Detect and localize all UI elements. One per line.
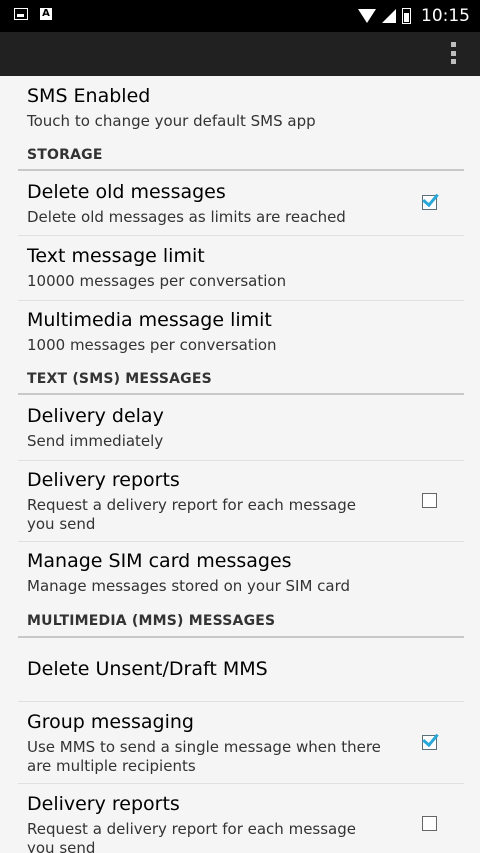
group-messaging-checkbox[interactable] [422, 735, 437, 750]
pref-delete-unsent-draft-mms[interactable]: Delete Unsent/Draft MMS [0, 640, 480, 702]
pref-summary: Delete old messages as limits are reache… [27, 208, 346, 226]
category-multimedia-mms-messages: MULTIMEDIA (MMS) MESSAGES [0, 604, 480, 640]
pref-title: Group messaging [27, 711, 194, 733]
category-text-sms-messages: TEXT (SMS) MESSAGES [0, 361, 480, 397]
pref-manage-sim-card-messages[interactable]: Manage SIM card messages Manage messages… [0, 542, 480, 604]
overflow-menu-icon[interactable] [451, 42, 456, 64]
pref-title: Delivery reports [27, 793, 180, 815]
pref-multimedia-message-limit[interactable]: Multimedia message limit 1000 messages p… [0, 301, 480, 365]
status-time: 10:15 [421, 6, 470, 26]
pref-title: Text message limit [27, 245, 205, 267]
category-divider [18, 169, 464, 171]
category-label: TEXT (SMS) MESSAGES [27, 371, 212, 387]
pref-summary: Request a delivery report for each messa… [27, 820, 356, 853]
pref-title: Delete old messages [27, 181, 226, 203]
pref-delivery-delay[interactable]: Delivery delay Send immediately [0, 397, 480, 461]
delete-old-messages-checkbox[interactable] [422, 195, 437, 210]
pref-summary: 10000 messages per conversation [27, 272, 287, 290]
pref-summary: Use MMS to send a single message when th… [27, 738, 381, 775]
category-label: MULTIMEDIA (MMS) MESSAGES [27, 613, 276, 629]
app-notification-icon: A [40, 8, 52, 20]
battery-icon [402, 8, 411, 24]
pref-delivery-reports-mms[interactable]: Delivery reports Request a delivery repo… [0, 784, 480, 853]
pref-title: Manage SIM card messages [27, 550, 292, 572]
pref-delivery-reports-sms[interactable]: Delivery reports Request a delivery repo… [0, 461, 480, 541]
wifi-icon [358, 9, 376, 23]
pref-summary: 1000 messages per conversation [27, 336, 277, 354]
pref-summary: Send immediately [27, 432, 164, 450]
pref-group-messaging[interactable]: Group messaging Use MMS to send a single… [0, 702, 480, 782]
image-notification-icon [14, 8, 28, 20]
pref-title: Delivery reports [27, 469, 180, 491]
pref-title: Multimedia message limit [27, 309, 272, 331]
pref-title: Delivery delay [27, 405, 164, 427]
status-bar: A 10:15 [0, 0, 480, 32]
pref-title: SMS Enabled [27, 85, 151, 107]
delivery-reports-mms-checkbox[interactable] [422, 816, 437, 831]
pref-summary: Touch to change your default SMS app [27, 112, 316, 130]
action-bar [0, 32, 480, 76]
category-storage: STORAGE [0, 136, 480, 172]
pref-title: Delete Unsent/Draft MMS [27, 658, 268, 680]
pref-sms-enabled[interactable]: SMS Enabled Touch to change your default… [0, 76, 480, 136]
category-divider [18, 393, 464, 395]
category-divider [18, 636, 464, 638]
pref-summary: Manage messages stored on your SIM card [27, 577, 351, 595]
pref-delete-old-messages[interactable]: Delete old messages Delete old messages … [0, 172, 480, 236]
delivery-reports-sms-checkbox[interactable] [422, 493, 437, 508]
pref-summary: Request a delivery report for each messa… [27, 496, 356, 533]
pref-text-message-limit[interactable]: Text message limit 10000 messages per co… [0, 236, 480, 300]
category-label: STORAGE [27, 147, 103, 163]
signal-icon [382, 9, 396, 23]
